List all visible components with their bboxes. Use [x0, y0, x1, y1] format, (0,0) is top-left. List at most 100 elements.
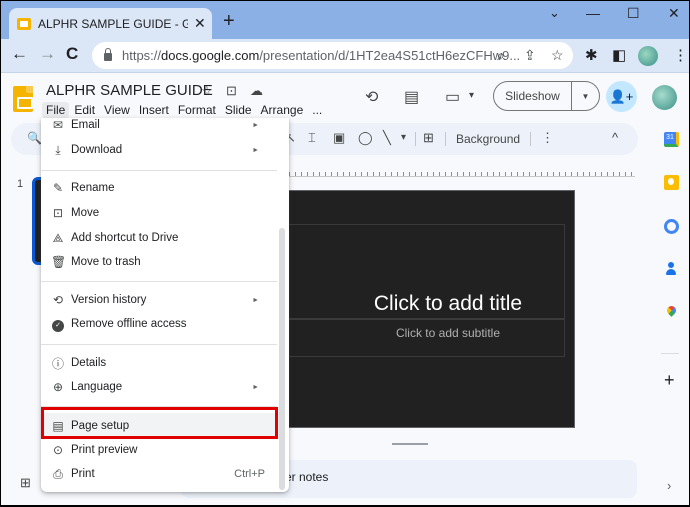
browser-profile-avatar[interactable] — [638, 46, 658, 66]
slideshow-dropdown-icon[interactable]: ▼ — [572, 92, 599, 101]
keep-icon[interactable] — [664, 175, 679, 190]
extensions-puzzle-icon[interactable]: ✱ — [585, 46, 598, 64]
history-icon: ⟲ — [52, 293, 64, 307]
info-icon: ⓘ — [51, 356, 64, 371]
address-bar[interactable]: https://docs.google.com/presentation/d/1… — [92, 42, 573, 69]
toolbar-divider — [415, 132, 416, 146]
title-placeholder[interactable]: Click to add title — [281, 224, 565, 319]
collapse-toolbar-icon[interactable]: ^ — [612, 130, 618, 145]
browser-menu-icon[interactable]: ⋮ — [673, 46, 688, 64]
tab-title: ALPHR SAMPLE GUIDE - Google — [38, 16, 188, 31]
more-options-icon[interactable]: ⋮ — [541, 130, 554, 146]
email-icon: ✉ — [52, 118, 64, 132]
forward-arrow-icon[interactable]: → — [39, 44, 56, 64]
menu-item-move[interactable]: ⊡ Move — [41, 201, 281, 225]
browser-window: ALPHR SAMPLE GUIDE - Google ✕ + ⌄ — ☐ ✕ … — [1, 1, 689, 505]
new-tab-button[interactable]: + — [223, 10, 235, 33]
menu-item-page-setup[interactable]: ▤ Page setup — [41, 413, 281, 439]
tab-search-chevron-icon[interactable]: ⌄ — [549, 5, 560, 21]
document-title[interactable]: ALPHR SAMPLE GUIDE — [46, 82, 213, 99]
comments-icon[interactable]: ▤ — [404, 87, 419, 107]
submenu-arrow-icon: ► — [252, 121, 259, 129]
subtitle-placeholder[interactable]: Click to add subtitle — [281, 319, 565, 357]
calendar-icon[interactable]: 31 — [664, 132, 679, 147]
expand-panel-icon[interactable]: › — [667, 478, 671, 493]
reload-icon[interactable]: C — [66, 44, 78, 64]
side-panel-divider — [661, 353, 679, 354]
close-window-button[interactable]: ✕ — [668, 5, 680, 22]
maps-icon[interactable] — [664, 306, 679, 321]
rename-pencil-icon: ✎ — [52, 181, 64, 195]
slides-logo-icon[interactable] — [13, 86, 33, 112]
download-icon: ⤓ — [55, 142, 61, 157]
line-dropdown-icon[interactable]: ▾ — [401, 132, 406, 143]
side-panel-icon[interactable]: ◧ — [612, 46, 626, 64]
cloud-status-icon[interactable]: ☁ — [250, 83, 263, 99]
share-add-person-icon[interactable]: 👤+ — [606, 81, 637, 112]
menu-item-details[interactable]: ⓘ Details — [41, 351, 281, 375]
tasks-icon[interactable] — [664, 219, 679, 234]
menu-item-email[interactable]: ✉ Email ► — [41, 113, 281, 137]
slideshow-button[interactable]: Slideshow — [494, 82, 572, 110]
menu-item-add-shortcut[interactable]: ⟁ Add shortcut to Drive — [41, 226, 281, 250]
maximize-button[interactable]: ☐ — [627, 5, 640, 22]
browser-tab[interactable]: ALPHR SAMPLE GUIDE - Google ✕ — [9, 8, 212, 39]
slides-favicon-icon — [17, 17, 31, 30]
close-tab-icon[interactable]: ✕ — [194, 15, 206, 32]
menu-separator — [41, 170, 277, 171]
print-shortcut: Ctrl+P — [234, 468, 265, 480]
grid-view-icon[interactable]: ⊞ — [20, 475, 31, 491]
menu-separator — [41, 406, 277, 407]
bookmark-star-icon[interactable]: ☆ — [551, 47, 564, 64]
shape-icon[interactable]: ◯ — [358, 130, 373, 146]
line-icon[interactable]: ╲ — [383, 130, 391, 146]
background-button[interactable]: Background — [456, 132, 520, 146]
search-menus-icon[interactable]: 🔍 — [27, 131, 42, 145]
toolbar-divider — [445, 132, 446, 146]
version-history-icon[interactable]: ⟲ — [365, 87, 378, 107]
page-setup-icon: ▤ — [52, 419, 64, 433]
star-icon[interactable]: ☆ — [201, 83, 213, 99]
menu-separator — [41, 344, 277, 345]
toolbar-divider — [530, 132, 531, 146]
menu-item-version-history[interactable]: ⟲ Version history ► — [41, 288, 281, 312]
menu-item-download[interactable]: ⤓ Download ► — [41, 138, 281, 162]
meet-camera-icon[interactable]: ▭ — [445, 87, 460, 107]
browser-toolbar: ← → C https://docs.google.com/presentati… — [1, 39, 689, 73]
tab-strip: ALPHR SAMPLE GUIDE - Google ✕ + ⌄ — ☐ ✕ — [1, 1, 689, 39]
menu-item-print[interactable]: ⎙ Print Ctrl+P — [41, 462, 281, 486]
minimize-button[interactable]: — — [586, 5, 600, 21]
menu-item-move-to-trash[interactable]: 🗑 Move to trash — [41, 250, 281, 274]
submenu-arrow-icon: ► — [252, 383, 259, 391]
side-panel: 31 + › — [651, 121, 689, 505]
notes-resize-handle[interactable] — [392, 443, 428, 445]
slide-canvas[interactable]: Click to add title Click to add subtitle — [280, 190, 575, 428]
offline-check-icon: ✓ — [51, 316, 65, 332]
submenu-arrow-icon: ► — [252, 146, 259, 154]
move-folder-icon[interactable]: ⊡ — [226, 83, 237, 99]
horizontal-ruler[interactable] — [289, 171, 635, 177]
menu-item-rename[interactable]: ✎ Rename — [41, 176, 281, 200]
slideshow-button-group: Slideshow ▼ — [493, 81, 600, 111]
account-avatar[interactable] — [652, 85, 677, 110]
file-menu: ✉ Email ► ⤓ Download ► ✎ Rename ⊡ Move ⟁… — [41, 118, 289, 492]
add-comment-icon[interactable]: ⊞ — [423, 130, 434, 146]
text-box-icon[interactable]: ⌶ — [308, 130, 316, 146]
insert-image-icon[interactable]: ▣ — [333, 130, 345, 146]
menu-more[interactable]: ... — [308, 102, 326, 118]
drive-shortcut-icon: ⟁ — [52, 230, 64, 245]
meet-dropdown-icon[interactable]: ▾ — [469, 90, 474, 101]
contacts-icon[interactable] — [664, 262, 679, 277]
get-addons-icon[interactable]: + — [664, 370, 675, 391]
back-arrow-icon[interactable]: ← — [11, 44, 28, 64]
move-folder-icon: ⊡ — [52, 206, 64, 220]
menu-item-remove-offline[interactable]: ✓ Remove offline access — [41, 312, 281, 336]
menu-item-print-preview[interactable]: ⊙ Print preview — [41, 438, 281, 462]
print-preview-icon: ⊙ — [52, 443, 64, 457]
menu-item-language[interactable]: ⊕ Language ► — [41, 375, 281, 399]
share-page-icon[interactable]: ⇪ — [524, 47, 536, 64]
zoom-icon[interactable]: ⌕ — [497, 47, 505, 64]
url-text: https://docs.google.com/presentation/d/1… — [122, 48, 521, 63]
menu-scrollbar[interactable] — [279, 228, 285, 490]
printer-icon: ⎙ — [53, 466, 63, 481]
